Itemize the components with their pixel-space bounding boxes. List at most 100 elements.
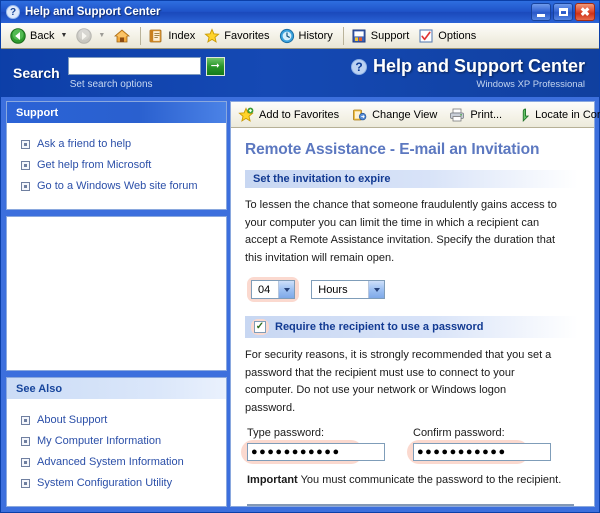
duration-unit-select[interactable]: Hours <box>311 280 386 299</box>
home-button[interactable] <box>111 26 136 46</box>
minimize-icon <box>537 13 545 17</box>
forward-button[interactable]: ▼ <box>73 26 111 46</box>
locate-in-contents-label: Locate in Contents <box>535 108 600 121</box>
support-label: Support <box>370 29 410 42</box>
add-to-favorites-label: Add to Favorites <box>259 108 340 121</box>
support-panel: Support Ask a friend to help Get help fr… <box>6 101 227 210</box>
sidebar-item-about-support[interactable]: About Support <box>13 410 220 431</box>
favorites-label: Favorites <box>224 29 270 42</box>
require-password-highlight: ✓ <box>251 319 269 335</box>
product-title: Help and Support Center <box>372 56 585 76</box>
product-title-row: ? Help and Support Center <box>350 56 585 77</box>
toolbar-separator-2 <box>342 26 344 45</box>
change-view-label: Change View <box>372 108 438 121</box>
history-label: History <box>298 29 333 42</box>
printer-icon <box>450 108 465 121</box>
options-label: Options <box>438 29 477 42</box>
expire-section-heading: Set the invitation to expire <box>245 170 578 188</box>
window-title: Help and Support Center <box>25 6 161 18</box>
see-also-panel-body: About Support My Computer Information Ad… <box>7 399 226 506</box>
support-button[interactable]: Support <box>348 26 416 46</box>
bullet-icon <box>21 458 30 467</box>
minimize-button[interactable] <box>531 3 551 21</box>
bullet-icon <box>21 479 30 488</box>
sidebar-item-get-help-microsoft[interactable]: Get help from Microsoft <box>13 155 220 176</box>
sidebar-item-my-computer-information[interactable]: My Computer Information <box>13 431 220 452</box>
type-password-group: Type password: ●●●●●●●●●●● <box>241 427 385 464</box>
sidebar-item-label: About Support <box>37 414 108 426</box>
home-icon <box>114 28 131 42</box>
forward-dropdown-icon[interactable]: ▼ <box>98 32 105 39</box>
important-label: Important <box>247 474 298 486</box>
sidebar-item-windows-web-forum[interactable]: Go to a Windows Web site forum <box>13 176 220 197</box>
print-label: Print... <box>470 108 503 121</box>
type-password-field-wrap: ●●●●●●●●●●● <box>241 440 385 464</box>
print-button[interactable]: Print... <box>449 107 502 123</box>
add-to-favorites-button[interactable]: Add to Favorites <box>238 106 340 123</box>
change-view-icon <box>353 109 367 120</box>
close-button[interactable]: ✖ <box>575 3 595 21</box>
sidebar-item-advanced-system-information[interactable]: Advanced System Information <box>13 452 220 473</box>
back-arrow-icon <box>10 27 26 44</box>
important-text: You must communicate the password to the… <box>300 474 562 486</box>
search-label: Search <box>13 65 60 81</box>
support-panel-heading: Support <box>7 102 226 123</box>
require-password-checkbox[interactable]: ✓ <box>254 321 266 333</box>
index-label: Index <box>168 29 196 42</box>
history-button[interactable]: History <box>276 26 339 46</box>
sidebar-item-ask-a-friend[interactable]: Ask a friend to help <box>13 134 220 155</box>
set-search-options-link[interactable]: Set search options <box>70 79 225 90</box>
favorites-button[interactable]: Favorites <box>201 26 275 46</box>
duration-select-value: 04 <box>258 283 271 296</box>
article-body: Remote Assistance - E-mail an Invitation… <box>231 128 594 506</box>
index-button[interactable]: Index <box>145 26 201 46</box>
favorites-star-icon <box>238 106 254 122</box>
chevron-down-icon <box>278 281 295 298</box>
product-subtitle: Windows XP Professional <box>476 79 585 90</box>
help-and-support-window: ? Help and Support Center ✖ Back ▼ ▼ Ind… <box>0 0 600 513</box>
close-icon: ✖ <box>579 5 591 19</box>
maximize-button[interactable] <box>553 3 573 21</box>
expire-section-paragraph: To lessen the chance that someone fraudu… <box>245 199 557 264</box>
support-panel-body: Ask a friend to help Get help from Micro… <box>7 123 226 209</box>
see-also-panel-heading: See Also <box>7 378 226 399</box>
help-question-icon: ? <box>6 5 20 19</box>
main-content-pane: Add to Favorites Change View Print... Lo… <box>230 101 600 507</box>
search-go-button[interactable]: ➞ <box>205 56 225 76</box>
password-section-paragraph: For security reasons, it is strongly rec… <box>245 349 552 414</box>
change-view-button[interactable]: Change View <box>351 107 437 123</box>
sidebar-item-label: Go to a Windows Web site forum <box>37 180 198 192</box>
sidebar-item-label: Ask a friend to help <box>37 138 132 150</box>
back-dropdown-icon[interactable]: ▼ <box>60 32 67 39</box>
content-area: Support Ask a friend to help Get help fr… <box>1 97 600 512</box>
options-button[interactable]: Options <box>415 26 482 46</box>
password-section-heading-bar: ✓ Require the recipient to use a passwor… <box>245 316 578 338</box>
confirm-password-group: Confirm password: ●●●●●●●●●●● <box>407 427 551 464</box>
see-also-panel: See Also About Support My Computer Infor… <box>6 377 227 507</box>
type-password-field[interactable]: ●●●●●●●●●●● <box>247 443 385 461</box>
bullet-icon <box>21 416 30 425</box>
locate-in-contents-button[interactable]: Locate in Contents <box>514 107 600 123</box>
password-section-heading: Require the recipient to use a password <box>275 321 484 333</box>
confirm-password-field[interactable]: ●●●●●●●●●●● <box>413 443 551 461</box>
back-label: Back <box>30 29 55 42</box>
important-note: Important You must communicate the passw… <box>247 474 578 486</box>
sidebar-item-label: Get help from Microsoft <box>37 159 152 171</box>
toolbar-separator <box>140 26 142 45</box>
sidebar-item-label: Advanced System Information <box>37 456 184 468</box>
go-arrow-icon: ➞ <box>210 59 220 72</box>
confirm-password-field-wrap: ●●●●●●●●●●● <box>407 440 551 464</box>
favorites-star-icon <box>204 27 220 43</box>
history-clock-icon <box>279 28 294 43</box>
sidebar: Support Ask a friend to help Get help fr… <box>6 101 227 507</box>
search-input[interactable] <box>67 57 201 75</box>
duration-select[interactable]: 04 <box>251 280 296 299</box>
search-banner: Search ➞ Set search options ? Help and S… <box>1 49 599 97</box>
back-button[interactable]: Back ▼ <box>7 26 73 46</box>
content-toolbar: Add to Favorites Change View Print... Lo… <box>231 102 600 128</box>
navigation-toolbar: Back ▼ ▼ Index Favorites History Support… <box>1 23 599 49</box>
support-icon <box>352 29 366 42</box>
sidebar-item-system-configuration-utility[interactable]: System Configuration Utility <box>13 473 220 494</box>
title-bar: ? Help and Support Center ✖ <box>1 1 599 23</box>
sidebar-item-label: My Computer Information <box>37 435 162 447</box>
